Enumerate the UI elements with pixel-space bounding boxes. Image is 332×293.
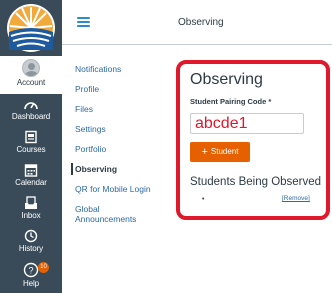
add-student-label: Student: [210, 147, 239, 156]
pairing-code-label: Student Pairing Code *: [190, 97, 272, 106]
nav-courses[interactable]: Courses: [0, 130, 62, 160]
plus-icon: +: [201, 146, 208, 158]
help-badge: 10: [38, 262, 49, 273]
avatar: [22, 59, 40, 77]
school-logo[interactable]: [3, 2, 59, 54]
settings-nav-announcements[interactable]: Announcements: [75, 214, 136, 224]
pairing-code-input[interactable]: abcde1: [190, 113, 304, 134]
observing-title: Observing: [190, 71, 263, 88]
settings-nav-qr-login[interactable]: QR for Mobile Login: [75, 184, 151, 194]
help-icon: ?: [23, 262, 39, 278]
page-header: Observing: [62, 0, 332, 45]
settings-nav-files[interactable]: Files: [75, 104, 93, 114]
nav-dashboard-label: Dashboard: [11, 112, 51, 121]
global-nav: Account Dashboard Courses Calendar Inbox…: [0, 0, 62, 293]
settings-nav-notifications[interactable]: Notifications: [75, 64, 121, 74]
inbox-icon: [25, 196, 37, 209]
nav-account[interactable]: Account: [0, 56, 62, 94]
svg-text:?: ?: [28, 266, 33, 276]
current-item-indicator: [71, 163, 73, 175]
settings-nav-global[interactable]: Global: [75, 204, 100, 214]
nav-dashboard[interactable]: Dashboard: [0, 97, 62, 127]
nav-calendar[interactable]: Calendar: [0, 163, 62, 193]
nav-courses-label: Courses: [16, 145, 46, 154]
dashboard-icon: [24, 102, 38, 110]
calendar-icon: [24, 164, 38, 177]
history-icon: [24, 229, 38, 243]
courses-icon: [25, 130, 37, 144]
settings-nav-profile[interactable]: Profile: [75, 84, 99, 94]
settings-nav-observing[interactable]: Observing: [75, 164, 117, 174]
nav-history-label: History: [18, 244, 44, 253]
nav-account-label: Account: [16, 78, 46, 87]
observing-panel: Observing Student Pairing Code * abcde1 …: [176, 60, 330, 220]
observed-students-heading: Students Being Observed: [190, 176, 322, 188]
hamburger-icon[interactable]: [77, 17, 90, 27]
nav-history[interactable]: History: [0, 229, 62, 259]
nav-help[interactable]: ? 10 Help: [0, 262, 62, 292]
nav-help-label: Help: [22, 279, 40, 288]
nav-inbox-label: Inbox: [21, 211, 41, 220]
settings-nav-portfolio[interactable]: Portfolio: [75, 144, 106, 154]
nav-calendar-label: Calendar: [15, 178, 47, 187]
settings-nav-settings[interactable]: Settings: [75, 124, 106, 134]
page-title: Observing: [178, 17, 224, 28]
add-student-button[interactable]: + Student: [190, 142, 250, 162]
app-root: Account Dashboard Courses Calendar Inbox…: [0, 0, 332, 293]
remove-student-link[interactable]: [Remove]: [282, 195, 310, 202]
observed-student-bullet: •: [202, 196, 205, 203]
nav-inbox[interactable]: Inbox: [0, 196, 62, 226]
